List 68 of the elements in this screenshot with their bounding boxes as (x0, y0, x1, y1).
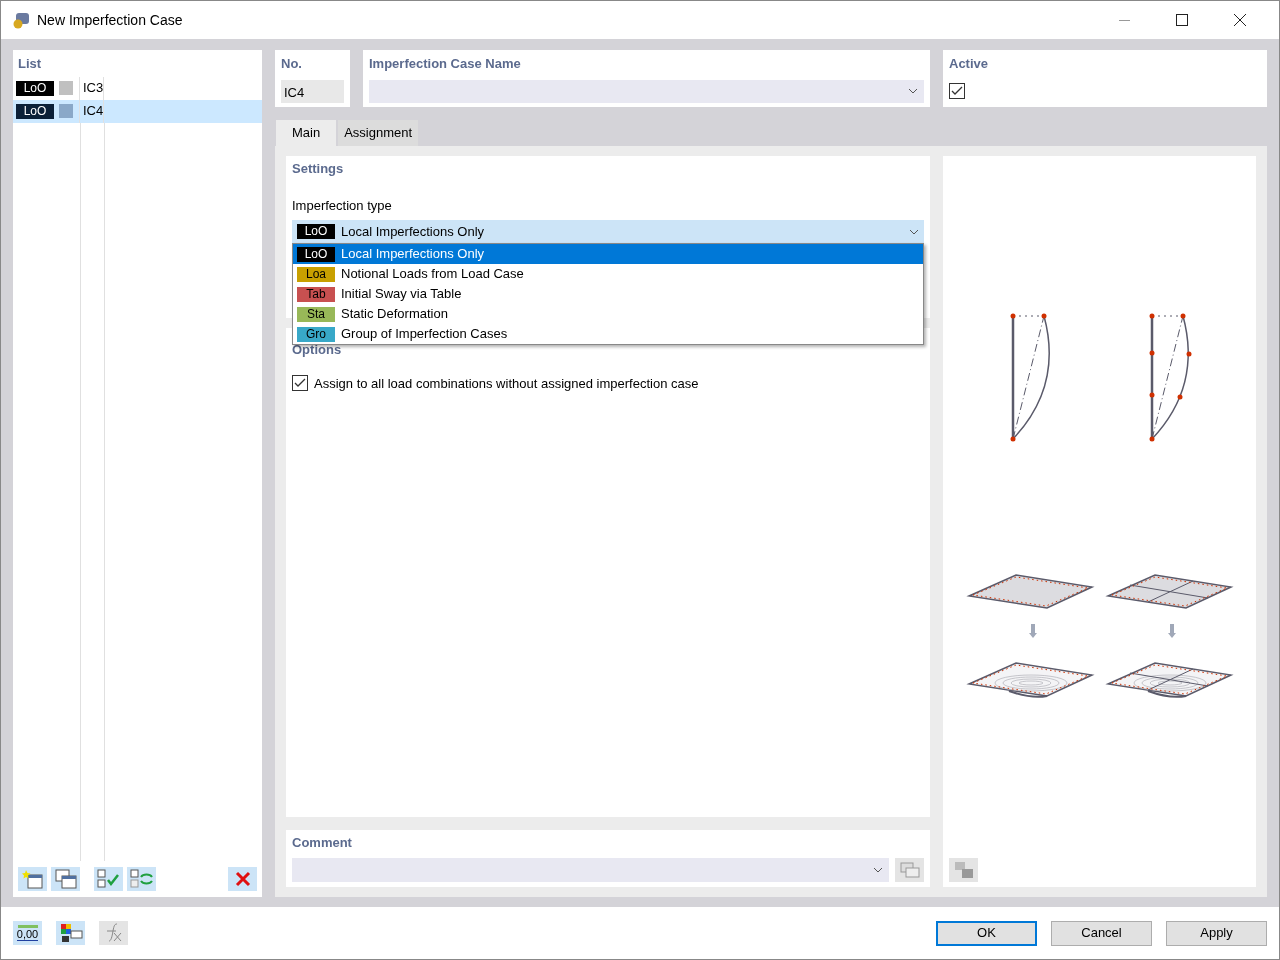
type-tag: LoO (16, 103, 54, 119)
field-label: No. (281, 55, 303, 73)
type-tag: Loa (297, 266, 335, 282)
down-arrow-icon (1029, 624, 1037, 638)
check-all-icon (96, 869, 121, 889)
checkbox[interactable] (949, 82, 965, 99)
formula-button[interactable] (99, 921, 128, 945)
windows-icon (899, 861, 920, 878)
toggle-check-button[interactable] (127, 867, 156, 891)
dropdown-option[interactable]: Loa Notional Loads from Load Case (293, 264, 923, 284)
color-display-button[interactable] (56, 921, 85, 945)
field-label: Imperfection Case Name (369, 55, 522, 73)
window-title: New Imperfection Case (37, 10, 183, 30)
checkmark-icon (951, 85, 963, 96)
check-all-button[interactable] (94, 867, 123, 891)
list-item-name: IC3 (83, 79, 103, 98)
dropdown-option[interactable]: LoO Local Imperfections Only (293, 244, 923, 264)
chevron-down-icon (909, 228, 919, 235)
number-field: IC4 (281, 79, 344, 103)
minimize-icon (1118, 19, 1130, 21)
dialog-button[interactable]: Apply (1166, 920, 1267, 946)
field-label: Imperfection type (292, 196, 393, 215)
toggle-check-icon (129, 869, 154, 889)
type-tag: LoO (297, 224, 335, 239)
list-item[interactable]: LoO IC4 (13, 99, 262, 123)
type-tag: Sta (297, 306, 335, 322)
chevron-down-icon (873, 866, 883, 873)
close-icon (1234, 14, 1246, 26)
name-field[interactable] (369, 79, 924, 103)
delete-button[interactable] (228, 867, 257, 891)
delete-icon (234, 871, 251, 887)
image-icon (953, 861, 974, 879)
comment-library-button[interactable] (895, 857, 924, 882)
type-tag: Tab (297, 286, 335, 302)
preview-settings-button[interactable] (949, 858, 978, 882)
type-tag: LoO (297, 246, 335, 262)
chevron-down-icon (908, 88, 918, 94)
panel-heading: Comment (292, 834, 353, 852)
new-window-icon (21, 869, 44, 889)
dropdown-option[interactable]: Gro Group of Imperfection Cases (293, 324, 923, 344)
dropdown-value: Local Imperfections Only (341, 222, 485, 241)
color-grid-icon (58, 923, 83, 943)
new-item-button[interactable] (18, 867, 47, 891)
type-tag: Gro (297, 326, 335, 342)
dropdown-option[interactable]: Sta Static Deformation (293, 304, 923, 324)
list-item-name: IC4 (83, 102, 103, 121)
tab[interactable]: Main (276, 120, 337, 146)
down-arrow-icon (1168, 624, 1176, 638)
imperfection-type-dropdown[interactable]: LoO Local Imperfections Only (292, 220, 924, 243)
dialog-button[interactable]: OK (936, 920, 1037, 946)
field-label: Active (949, 55, 990, 73)
checkbox-label: Assign to all load combinations without assigned imperfection case (314, 374, 699, 393)
tab[interactable]: Assignment (338, 120, 419, 146)
maximize-icon (1176, 14, 1188, 26)
dropdown-option[interactable]: Tab Initial Sway via Table (293, 284, 923, 304)
panel-heading: Settings (292, 160, 345, 178)
copy-item-button[interactable] (51, 867, 80, 891)
decimal-places-button[interactable]: 0,00 (13, 921, 42, 945)
comment-field[interactable] (292, 857, 889, 882)
copy-window-icon (54, 869, 77, 889)
panel-heading: Options (292, 341, 343, 359)
app-icon (11, 10, 31, 30)
panel-heading: List (17, 55, 43, 73)
checkbox[interactable] (292, 375, 308, 392)
list-item[interactable]: LoO IC3 (13, 76, 262, 100)
dialog-button[interactable]: Cancel (1051, 920, 1152, 946)
type-tag: LoO (16, 80, 54, 96)
checkmark-icon (294, 378, 306, 389)
